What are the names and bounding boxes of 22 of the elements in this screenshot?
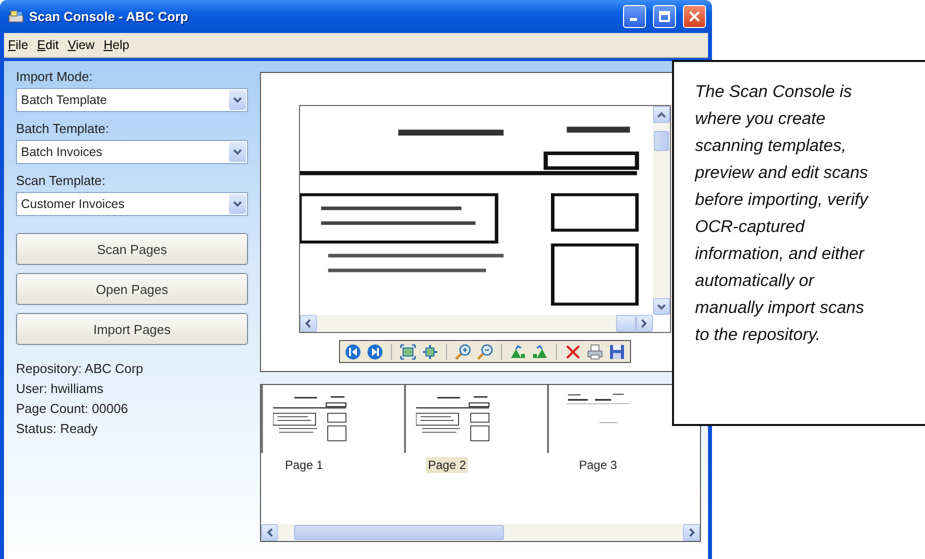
field-label: Scan Template: — [16, 173, 106, 188]
action-button[interactable]: Scan Pages — [16, 233, 248, 265]
field-label: Batch Template: — [16, 121, 110, 136]
action-button[interactable]: Open Pages — [16, 273, 248, 305]
page-thumbnail-label[interactable]: Page 2 — [426, 457, 468, 473]
dropdown[interactable]: Batch Template — [16, 88, 248, 112]
menu-item[interactable]: Help — [104, 38, 130, 52]
action-button[interactable]: Import Pages — [16, 313, 248, 345]
status-text: Repository: ABC Corp — [16, 361, 144, 377]
menu-item[interactable]: View — [68, 38, 95, 52]
page-thumbnail-label[interactable]: Page 3 — [577, 457, 620, 473]
window-title: Scan Console - ABC Corp — [29, 9, 190, 24]
status-text: Page Count: 00006 — [16, 401, 130, 417]
dropdown[interactable]: Customer Invoices — [16, 192, 248, 216]
menu-item[interactable]: Edit — [37, 38, 59, 52]
page-thumbnail-label[interactable]: Page 1 — [283, 457, 326, 473]
menu-item[interactable]: File — [8, 38, 28, 52]
field-label: Import Mode: — [16, 69, 94, 84]
status-text: Status: Ready — [16, 421, 99, 437]
status-text: User: hwilliams — [16, 381, 104, 397]
callout-text: The Scan Console is where you create scanning templates, preview and edit scans before importing, verify OCR-captured information, and either automatically or manually import scans to the repository. — [695, 81, 870, 346]
dropdown[interactable]: Batch Invoices — [16, 140, 248, 164]
